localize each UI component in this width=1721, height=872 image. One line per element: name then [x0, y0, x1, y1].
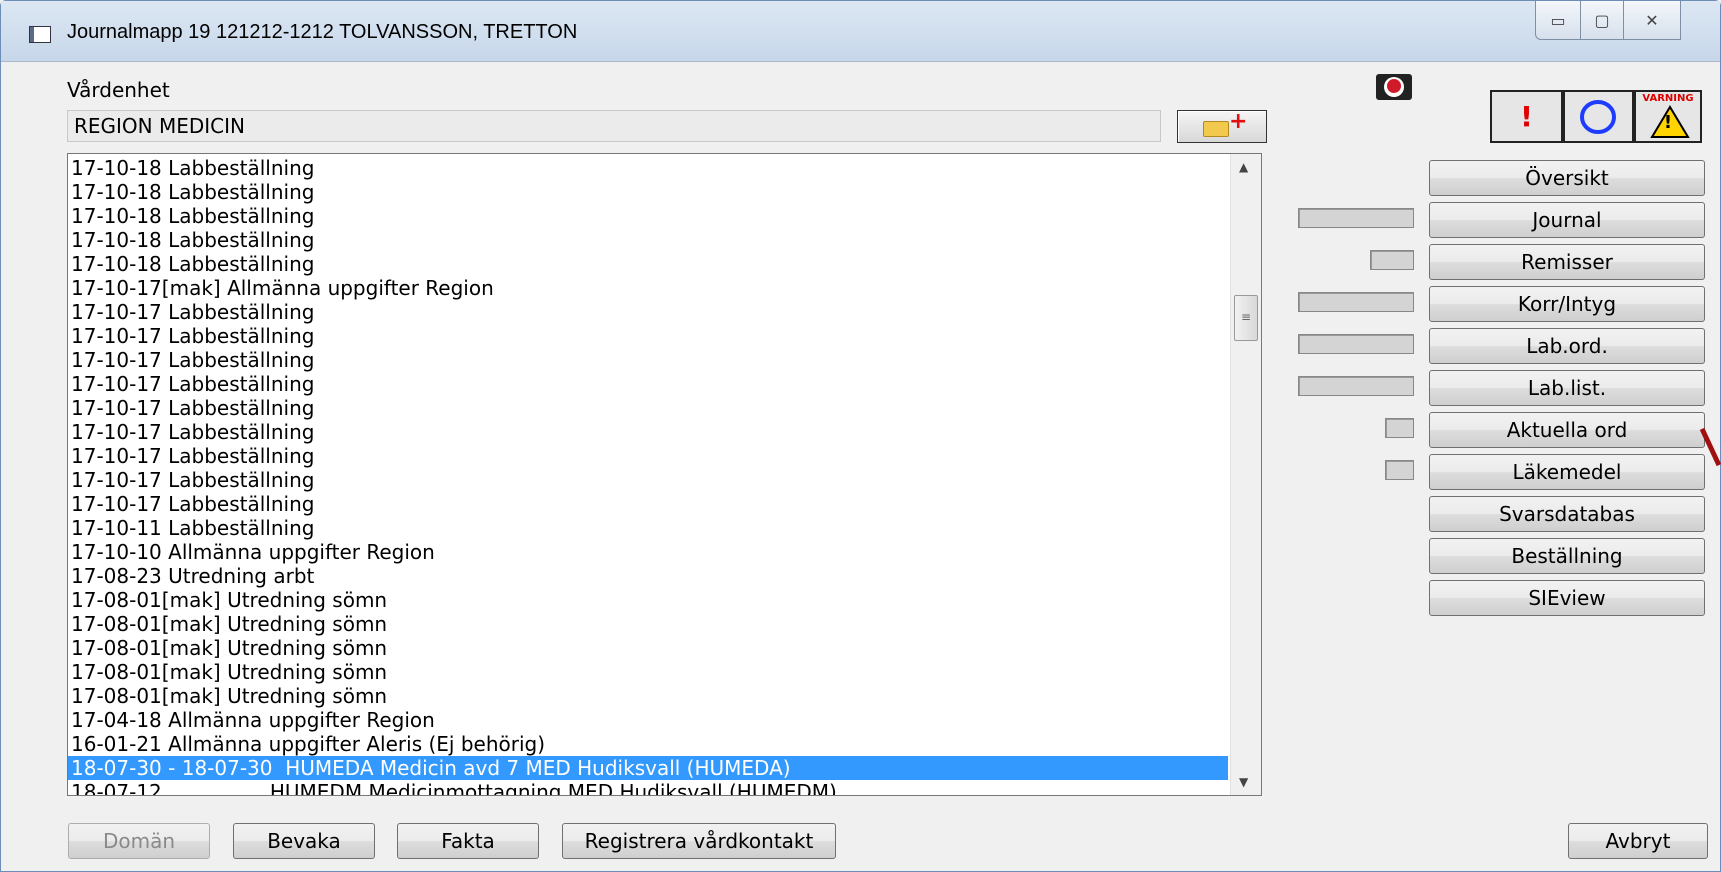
journal-list-rows: 17-10-18 Labbeställning 17-10-18 Labbestä…	[68, 156, 1228, 795]
close-button[interactable]: ✕	[1623, 1, 1681, 40]
lakemedel-indicator	[1385, 460, 1414, 480]
korr-intyg-button[interactable]: Korr/Intyg	[1429, 286, 1705, 322]
bevaka-button[interactable]: Bevaka	[233, 823, 375, 859]
list-item[interactable]: 17-10-11 Labbeställning	[68, 516, 1228, 540]
korr-intyg-indicator	[1298, 292, 1414, 312]
list-item[interactable]: 17-10-17 Labbeställning	[68, 492, 1228, 516]
lakemedel-button[interactable]: Läkemedel	[1429, 454, 1705, 490]
avbryt-button[interactable]: Avbryt	[1568, 823, 1708, 859]
list-item[interactable]: 17-10-17 Labbeställning	[68, 396, 1228, 420]
list-item[interactable]: 17-10-17 Labbeställning	[68, 348, 1228, 372]
circle-icon	[1580, 100, 1616, 134]
list-item[interactable]: 17-10-10 Allmänna uppgifter Region	[68, 540, 1228, 564]
folder-icon	[1203, 121, 1229, 137]
list-item[interactable]: 17-10-18 Labbeställning	[68, 156, 1228, 180]
record-status-icon[interactable]	[1375, 73, 1413, 101]
list-item[interactable]: 17-10-18 Labbeställning	[68, 180, 1228, 204]
sieview-button[interactable]: SIEview	[1429, 580, 1705, 616]
oversikt-button[interactable]: Översikt	[1429, 160, 1705, 196]
journal-indicator	[1298, 208, 1414, 228]
list-item[interactable]: 17-10-17 Labbeställning	[68, 372, 1228, 396]
list-item[interactable]: 17-08-01[mak] Utredning sömn	[68, 636, 1228, 660]
vardenhet-label: Vårdenhet	[67, 78, 170, 102]
journal-button[interactable]: Journal	[1429, 202, 1705, 238]
remisser-indicator	[1370, 250, 1414, 270]
warning-label: VARNING	[1642, 93, 1694, 104]
list-item[interactable]: 17-10-18 Labbeställning	[68, 204, 1228, 228]
aktuella-ord-indicator	[1385, 418, 1414, 438]
title-bar: Journalmapp 19 121212-1212 TOLVANSSON, T…	[1, 1, 1720, 62]
vardenhet-field[interactable]: REGION MEDICIN	[67, 110, 1161, 142]
list-item[interactable]: 17-08-23 Utredning arbt	[68, 564, 1228, 588]
list-item[interactable]: 17-08-01[mak] Utredning sömn	[68, 660, 1228, 684]
list-item[interactable]: 17-04-18 Allmänna uppgifter Region	[68, 708, 1228, 732]
list-item[interactable]: 18-07-12 HUMEDM Medicinmottagning MED Hu…	[68, 780, 1228, 795]
lab-list-button[interactable]: Lab.list.	[1429, 370, 1705, 406]
lab-ord-button[interactable]: Lab.ord.	[1429, 328, 1705, 364]
minimize-icon: ▭	[1550, 10, 1566, 30]
maximize-icon: ▢	[1594, 10, 1610, 30]
svarsdatabas-button[interactable]: Svarsdatabas	[1429, 496, 1705, 532]
list-item[interactable]: 17-10-17 Labbeställning	[68, 300, 1228, 324]
list-item[interactable]: 17-10-18 Labbeställning	[68, 228, 1228, 252]
scroll-up-icon[interactable]: ▲	[1239, 160, 1248, 174]
aktuella-ord-button[interactable]: Aktuella ord	[1429, 412, 1705, 448]
list-item[interactable]: 17-08-01[mak] Utredning sömn	[68, 684, 1228, 708]
list-item[interactable]: 17-10-17[mak] Allmänna uppgifter Region	[68, 276, 1228, 300]
list-item[interactable]: 17-10-17 Labbeställning	[68, 324, 1228, 348]
window-title: Journalmapp 19 121212-1212 TOLVANSSON, T…	[67, 21, 578, 43]
list-item[interactable]: 17-10-17 Labbeställning	[68, 444, 1228, 468]
warning-alert-button[interactable]: VARNING !	[1634, 90, 1702, 143]
maximize-button[interactable]: ▢	[1580, 1, 1624, 40]
exclamation-alert-button[interactable]: !	[1490, 90, 1563, 143]
exclamation-icon: !	[1520, 100, 1533, 133]
list-item[interactable]: 17-08-01[mak] Utredning sömn	[68, 612, 1228, 636]
registrera-vardkontakt-button[interactable]: Registrera vårdkontakt	[562, 823, 836, 859]
app-icon	[29, 26, 51, 43]
circle-status-button[interactable]	[1563, 90, 1634, 143]
list-item[interactable]: 17-10-17 Labbeställning	[68, 420, 1228, 444]
scroll-down-icon[interactable]: ▼	[1239, 775, 1248, 789]
list-item[interactable]: 17-08-01[mak] Utredning sömn	[68, 588, 1228, 612]
minimize-button[interactable]: ▭	[1535, 1, 1581, 40]
close-icon: ✕	[1645, 10, 1659, 30]
lab-ord-indicator	[1298, 334, 1414, 354]
open-folder-button[interactable]: +	[1177, 109, 1267, 143]
list-item[interactable]: 17-10-18 Labbeställning	[68, 252, 1228, 276]
scroll-thumb[interactable]: ≡	[1234, 295, 1258, 341]
doman-button[interactable]: Domän	[68, 823, 210, 859]
remisser-button[interactable]: Remisser	[1429, 244, 1705, 280]
journal-list[interactable]: 17-10-18 Labbeställning 17-10-18 Labbestä…	[67, 153, 1262, 796]
plus-icon: +	[1229, 109, 1248, 134]
list-item[interactable]: 17-10-17 Labbeställning	[68, 468, 1228, 492]
lab-list-indicator	[1298, 376, 1414, 396]
bestallning-button[interactable]: Beställning	[1429, 538, 1705, 574]
fakta-button[interactable]: Fakta	[397, 823, 539, 859]
list-item[interactable]: 16-01-21 Allmänna uppgifter Aleris (Ej b…	[68, 732, 1228, 756]
list-item[interactable]: 18-07-30 - 18-07-30 HUMEDA Medicin avd 7…	[68, 756, 1228, 780]
journal-window: Journalmapp 19 121212-1212 TOLVANSSON, T…	[0, 0, 1721, 872]
list-scrollbar[interactable]: ▲ ≡ ▼	[1230, 154, 1261, 795]
